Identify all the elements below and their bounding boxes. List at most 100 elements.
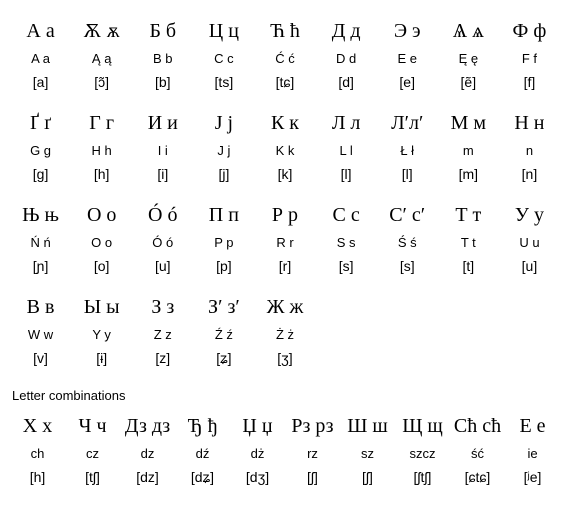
ipa-cell: [ɲ] — [10, 254, 71, 280]
lat-cell: Ł ł — [377, 139, 438, 162]
lat-cell: ie — [505, 442, 560, 465]
ipa-cell: [h] — [10, 465, 65, 491]
cyr-cell: С′ с′ — [377, 194, 438, 231]
ipa-cell: [e] — [377, 70, 438, 96]
ipa-cell: [h] — [71, 162, 132, 188]
ipa-cell: [r] — [254, 254, 315, 280]
ipa-cell: [p] — [193, 254, 254, 280]
lat-cell: ść — [450, 442, 505, 465]
cyr-cell: Ч ч — [65, 405, 120, 442]
lat-cell: Ó ó — [132, 231, 193, 254]
lat-cell: dż — [230, 442, 285, 465]
ipa-cell: [d] — [316, 70, 377, 96]
ipa-cell: [n] — [499, 162, 560, 188]
ipa-cell: [f] — [499, 70, 560, 96]
ipa-cell: [b] — [132, 70, 193, 96]
lat-cell: I i — [132, 139, 193, 162]
cyr-cell: Ѧ ѧ — [438, 10, 499, 47]
lat-cell: J j — [193, 139, 254, 162]
lat-cell: Ś ś — [377, 231, 438, 254]
alphabet-grid: Х хЧ чДз дзЂ ђЏ џРз рзШ шЩ щСћ сћЕ еchcz… — [10, 405, 560, 491]
cyr-cell — [499, 286, 560, 323]
lat-cell: Z z — [132, 323, 193, 346]
lat-cell — [499, 323, 560, 346]
ipa-cell: [u] — [132, 254, 193, 280]
cyr-cell: Ф ф — [499, 10, 560, 47]
cyr-cell: Д д — [316, 10, 377, 47]
letter-combinations-block: Х хЧ чДз дзЂ ђЏ џРз рзШ шЩ щСћ сћЕ еchcz… — [10, 405, 560, 491]
cyr-cell: Ж ж — [254, 286, 315, 323]
ipa-cell: [dz] — [120, 465, 175, 491]
cyr-cell: Н н — [499, 102, 560, 139]
lat-cell — [377, 323, 438, 346]
cyr-cell: А а — [10, 10, 71, 47]
alphabet-grid: В вЫ ыЗ зЗ′ з′Ж жW wY yZ zŹ źŻ ż[v][ɨ][z… — [10, 286, 560, 372]
ipa-cell: [m] — [438, 162, 499, 188]
ipa-cell: [o] — [71, 254, 132, 280]
ipa-cell: [ẽ] — [438, 70, 499, 96]
ipa-cell: [a] — [10, 70, 71, 96]
lat-cell: P p — [193, 231, 254, 254]
ipa-cell: [ʲe] — [505, 465, 560, 491]
cyr-cell: В в — [10, 286, 71, 323]
ipa-cell: [g] — [10, 162, 71, 188]
ipa-cell: [ʃ] — [340, 465, 395, 491]
cyr-cell: М м — [438, 102, 499, 139]
cyr-cell: К к — [254, 102, 315, 139]
lat-cell: Ę ę — [438, 47, 499, 70]
lat-cell: szcz — [395, 442, 450, 465]
lat-cell: S s — [316, 231, 377, 254]
lat-cell: sz — [340, 442, 395, 465]
ipa-cell: [j] — [193, 162, 254, 188]
alphabet-grid: Њ њО оÓ óП пР рС сС′ с′Т тУ уŃ ńO oÓ óP … — [10, 194, 560, 280]
lat-cell — [438, 323, 499, 346]
lat-cell: dź — [175, 442, 230, 465]
cyr-cell: Дз дз — [120, 405, 175, 442]
cyr-cell: Џ џ — [230, 405, 285, 442]
ipa-cell: [ɕtɕ] — [450, 465, 505, 491]
cyr-cell — [316, 286, 377, 323]
ipa-cell: [ʑ] — [193, 346, 254, 372]
ipa-cell: [ʃtʃ] — [395, 465, 450, 491]
lat-cell: O o — [71, 231, 132, 254]
alphabet-blocks: А аѪ ѫБ бЦ цЋ ћД дЭ эѦ ѧФ фA aĄ ąB bC cĆ… — [10, 10, 560, 372]
cyr-cell: Е е — [505, 405, 560, 442]
ipa-cell: [u] — [499, 254, 560, 280]
lat-cell: G g — [10, 139, 71, 162]
ipa-cell: [tʃ] — [65, 465, 120, 491]
lat-cell: K k — [254, 139, 315, 162]
cyr-cell: Л′л′ — [377, 102, 438, 139]
cyr-cell: У у — [499, 194, 560, 231]
cyr-cell: Г г — [71, 102, 132, 139]
lat-cell: m — [438, 139, 499, 162]
lat-cell: cz — [65, 442, 120, 465]
cyr-cell — [377, 286, 438, 323]
lat-cell: ch — [10, 442, 65, 465]
ipa-cell: [s] — [377, 254, 438, 280]
lat-cell: H h — [71, 139, 132, 162]
cyr-cell: Э э — [377, 10, 438, 47]
lat-cell: F f — [499, 47, 560, 70]
cyr-cell: Ћ ћ — [254, 10, 315, 47]
cyr-cell: Ц ц — [193, 10, 254, 47]
alphabet-grid: А аѪ ѫБ бЦ цЋ ћД дЭ эѦ ѧФ фA aĄ ąB bC cĆ… — [10, 10, 560, 96]
cyr-cell: И и — [132, 102, 193, 139]
lat-cell: Ć ć — [254, 47, 315, 70]
alphabet-grid: Ґ ґГ гИ иЈ јК кЛ лЛ′л′М мН нG gH hI iJ j… — [10, 102, 560, 188]
lat-cell: U u — [499, 231, 560, 254]
lat-cell: dz — [120, 442, 175, 465]
ipa-cell: [s] — [316, 254, 377, 280]
cyr-cell: Ы ы — [71, 286, 132, 323]
ipa-cell: [l] — [316, 162, 377, 188]
ipa-cell: [z] — [132, 346, 193, 372]
lat-cell: T t — [438, 231, 499, 254]
ipa-cell — [499, 346, 560, 372]
cyr-cell: С с — [316, 194, 377, 231]
cyr-cell: Ј ј — [193, 102, 254, 139]
ipa-cell: [ɔ̃] — [71, 70, 132, 96]
ipa-cell — [438, 346, 499, 372]
ipa-cell — [316, 346, 377, 372]
ipa-cell: [tɕ] — [254, 70, 315, 96]
lat-cell: Ź ź — [193, 323, 254, 346]
cyr-cell: О о — [71, 194, 132, 231]
